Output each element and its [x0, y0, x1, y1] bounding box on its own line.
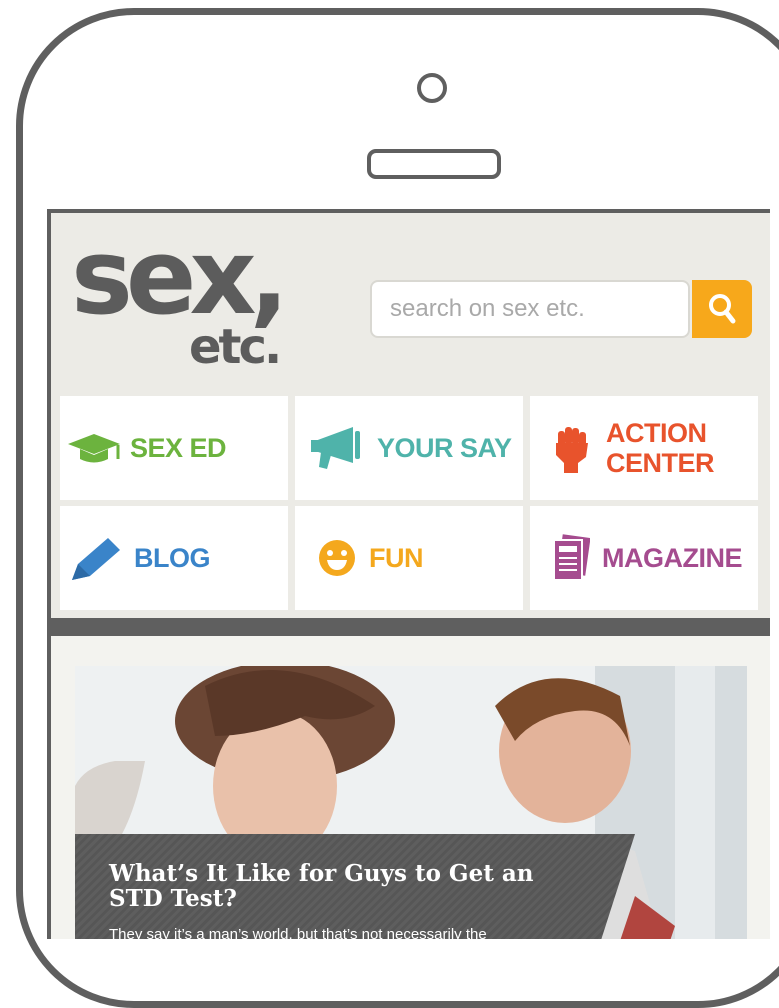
- nav-label-sex-ed: SEX ED: [130, 433, 227, 463]
- graduation-cap-icon: [68, 434, 120, 463]
- site-logo[interactable]: sex, etc.: [71, 225, 321, 393]
- raised-fist-icon: [556, 427, 588, 473]
- nav-label-blog: BLOG: [134, 543, 211, 573]
- nav-item-blog[interactable]: BLOG: [60, 506, 288, 610]
- search-input[interactable]: [370, 280, 690, 338]
- nav-label-fun: FUN: [369, 543, 424, 573]
- smiley-face-icon: [319, 540, 355, 576]
- search-icon: [709, 294, 736, 324]
- featured-article-title[interactable]: What’s It Like for Guys to Get an STD Te…: [109, 861, 579, 911]
- nav-item-sex-ed[interactable]: SEX ED: [60, 396, 288, 500]
- nav-item-magazine[interactable]: MAGAZINE: [530, 506, 758, 610]
- phone-screen: sex, etc. SEX ED YOUR SAY: [47, 209, 770, 939]
- speaker-slot: [367, 149, 501, 179]
- search-button[interactable]: [692, 280, 752, 338]
- logo-sex-text: sex,: [71, 216, 289, 338]
- magazine-icon: [553, 534, 590, 581]
- pencil-icon: [72, 538, 120, 580]
- camera-icon: [417, 73, 447, 103]
- logo-etc-text: etc.: [189, 319, 282, 375]
- featured-article: What’s It Like for Guys to Get an STD Te…: [51, 636, 770, 939]
- nav-item-action-center[interactable]: ACTION CENTER: [530, 396, 758, 500]
- section-divider: [51, 618, 770, 636]
- nav-item-your-say[interactable]: YOUR SAY: [295, 396, 523, 500]
- megaphone-icon: [311, 427, 360, 469]
- nav-label-magazine: MAGAZINE: [602, 543, 743, 573]
- nav-item-fun[interactable]: FUN: [295, 506, 523, 610]
- featured-article-excerpt: They say it’s a man’s world, but that’s …: [109, 926, 487, 939]
- nav-label-your-say: YOUR SAY: [377, 433, 512, 463]
- nav-label-action-center: ACTION CENTER: [606, 418, 715, 478]
